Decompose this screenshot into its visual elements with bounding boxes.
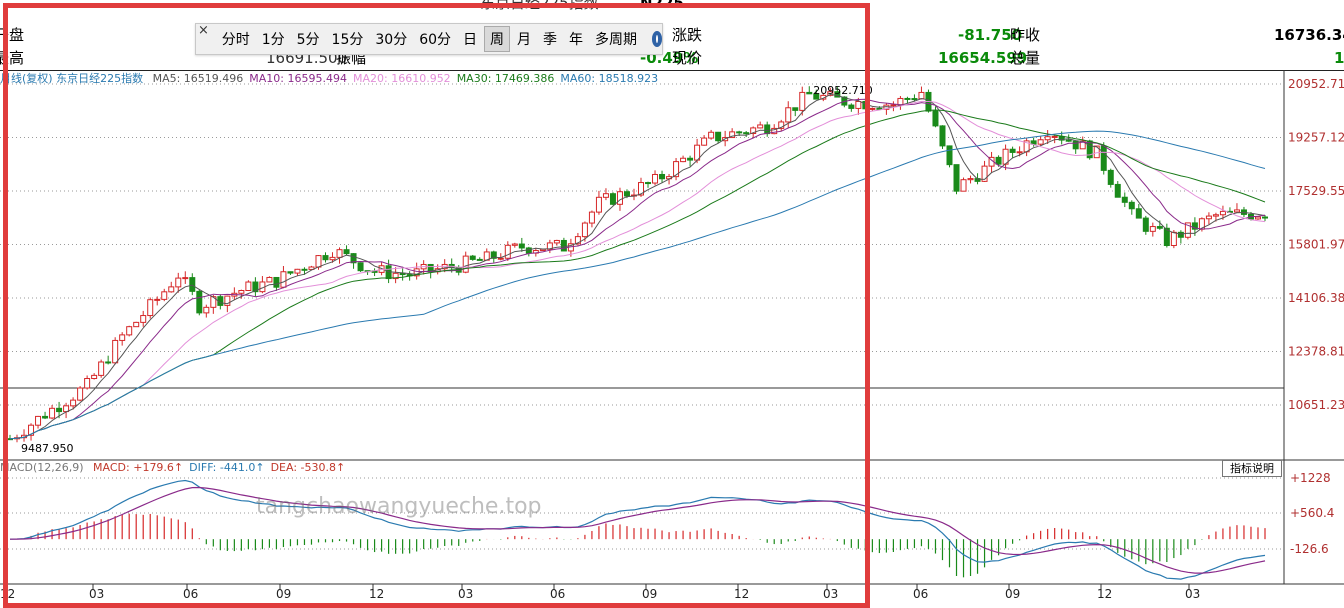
candle-body xyxy=(890,104,897,107)
price-tick-label: 10651.237 xyxy=(1288,398,1344,412)
highlight-box xyxy=(3,3,870,608)
x-tick-label: 12 xyxy=(1097,587,1112,601)
candle-body xyxy=(918,91,925,100)
candle-body xyxy=(1219,210,1226,216)
candle-body xyxy=(1177,231,1184,238)
candle-body xyxy=(1100,145,1107,171)
price-tick-label: 14106.389 xyxy=(1288,291,1344,305)
candle-body xyxy=(1212,214,1219,217)
candle-body xyxy=(869,107,876,110)
candle-body xyxy=(1149,226,1156,232)
candle-body xyxy=(953,164,960,192)
candle-body xyxy=(1121,196,1128,203)
price-tick-label: 15801.973 xyxy=(1288,238,1344,252)
candle-body xyxy=(911,98,918,101)
candle-body xyxy=(1142,217,1149,232)
candle-body xyxy=(1065,139,1072,142)
candle-body xyxy=(1262,216,1268,219)
candle-body xyxy=(1254,216,1261,220)
indicator-help-button[interactable]: 指标说明 xyxy=(1222,460,1282,477)
candle-body xyxy=(946,145,953,166)
candle-body xyxy=(1135,208,1142,219)
candle-body xyxy=(1044,136,1051,141)
price-tick-label: 19257.120 xyxy=(1288,131,1344,145)
x-tick-label: 09 xyxy=(1005,587,1020,601)
candle-body xyxy=(960,179,967,192)
candle-body xyxy=(1037,139,1044,145)
candle-body xyxy=(1205,215,1212,220)
candle-body xyxy=(1233,209,1240,213)
candle-body xyxy=(1128,201,1135,210)
candle-body xyxy=(1107,169,1114,185)
x-tick-label: 03 xyxy=(1185,587,1200,601)
candle-body xyxy=(967,178,974,181)
price-tick-label: 17529.550 xyxy=(1288,184,1344,198)
macd-tick-label: +1228 xyxy=(1290,471,1331,485)
candle-body xyxy=(1051,135,1058,138)
candle-body xyxy=(995,156,1002,165)
candle-body xyxy=(897,97,904,106)
candle-body xyxy=(1156,226,1163,229)
macd-tick-label: +560.4 xyxy=(1290,506,1334,520)
candle-body xyxy=(904,97,911,100)
candle-body xyxy=(1114,183,1121,198)
macd-tick-label: -126.6 xyxy=(1290,542,1329,556)
price-tick-label: 12378.813 xyxy=(1288,345,1344,359)
candle-body xyxy=(1072,140,1079,150)
price-tick-label: 20952.710 xyxy=(1288,77,1344,91)
candle-body xyxy=(1016,151,1023,154)
candle-body xyxy=(1009,148,1016,153)
candle-body xyxy=(1170,231,1177,247)
x-tick-label: 06 xyxy=(913,587,928,601)
candle-body xyxy=(939,125,946,147)
candle-body xyxy=(932,110,939,127)
